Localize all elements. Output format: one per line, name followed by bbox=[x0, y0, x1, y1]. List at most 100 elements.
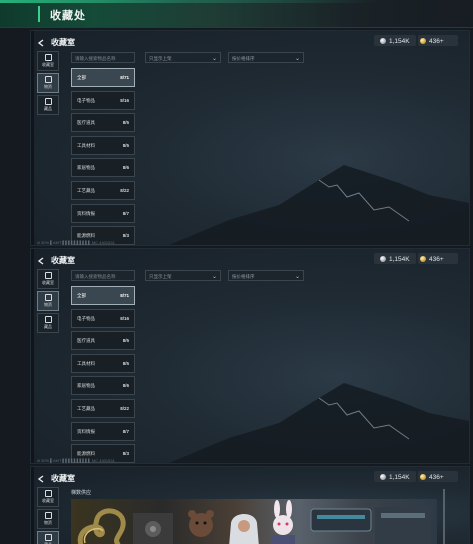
sidebar-item-label: 收藏室 bbox=[42, 280, 54, 285]
back-icon[interactable] bbox=[37, 475, 45, 483]
category-name: 工艺藏品 bbox=[77, 405, 95, 411]
filter-dropdown-value: 只显示上架 bbox=[149, 274, 172, 279]
sort-dropdown[interactable]: 按价格排序 ⌄ bbox=[228, 52, 304, 63]
sort-dropdown[interactable]: 按价格排序 ⌄ bbox=[228, 270, 304, 281]
category-item-tools[interactable]: 工具材料 8/5 bbox=[71, 135, 135, 155]
gold-currency: 436+ bbox=[420, 472, 444, 482]
category-name: 全部 bbox=[77, 75, 86, 80]
category-name: 能源燃料 bbox=[77, 233, 95, 239]
sidebar-item-supplies[interactable]: 物资 bbox=[37, 509, 59, 529]
category-name: 医疗道具 bbox=[77, 338, 95, 344]
category-item-crafts[interactable]: 工艺藏品 8/22 bbox=[71, 180, 135, 200]
collection-icon bbox=[44, 316, 52, 323]
category-item-medical[interactable]: 医疗道具 8/5 bbox=[71, 331, 135, 351]
category-count: 8/71 bbox=[120, 75, 129, 80]
page-title: 收藏处 bbox=[50, 10, 86, 22]
silver-currency: 1,154K bbox=[380, 36, 410, 46]
category-item-household[interactable]: 家居物品 8/6 bbox=[71, 376, 135, 396]
chevron-down-icon: ⌄ bbox=[294, 274, 300, 280]
gold-amount: 436+ bbox=[429, 255, 444, 263]
category-count: 8/22 bbox=[120, 187, 129, 193]
category-item-tools[interactable]: 工具材料 8/5 bbox=[71, 353, 135, 373]
category-item-electronics[interactable]: 电子物品 8/16 bbox=[71, 308, 135, 328]
gold-amount: 436+ bbox=[429, 37, 444, 45]
box-icon bbox=[44, 512, 52, 519]
category-list: 全部 8/71 电子物品 8/16 医疗道具 8/5 工具材料 8/5 家居物品 8/6 … bbox=[71, 68, 135, 245]
category-name: 资料情报 bbox=[77, 428, 95, 434]
silver-amount: 1,154K bbox=[389, 255, 410, 263]
back-icon[interactable] bbox=[37, 39, 45, 47]
category-count: 8/5 bbox=[122, 338, 129, 344]
category-name: 工具材料 bbox=[77, 360, 95, 366]
sidebar-item-collectibles[interactable]: 藏品 bbox=[37, 313, 59, 333]
mountain-background bbox=[169, 383, 469, 463]
category-item-intel[interactable]: 资料情报 8/7 bbox=[71, 203, 135, 223]
category-item-all[interactable]: 全部 8/71 bbox=[71, 286, 135, 305]
collectible-artwork-banner[interactable] bbox=[71, 499, 437, 544]
gold-currency: 436+ bbox=[420, 254, 444, 264]
collection-panel-3: 收藏室 1,154K 436+ 收藏室 物资 藏品 梯数供应 bbox=[30, 466, 470, 544]
sidebar-item-collectibles[interactable]: 藏品 bbox=[37, 531, 59, 544]
trophy-icon bbox=[44, 272, 52, 279]
filter-dropdown[interactable]: 只显示上架 ⌄ bbox=[145, 270, 221, 281]
panel-sidebar: 收藏室 物资 藏品 bbox=[37, 487, 61, 544]
category-item-electronics[interactable]: 电子物品 8/16 bbox=[71, 90, 135, 110]
collection-panel-2: 收藏室 1,154K 436+ 收藏室 物资 藏品 请输入搜索物品名称 只显示上… bbox=[30, 248, 470, 464]
panel-footer-strip: ıll 30% ▌AMT ▌▌▌▌▌▌▌▌▌▌ MC 4401531 bbox=[37, 240, 115, 245]
panel-footer-strip: ıll 30% ▌AMT ▌▌▌▌▌▌▌▌▌▌ MC 4401531 bbox=[37, 458, 115, 463]
panel-edge bbox=[31, 467, 34, 544]
silver-coin-icon bbox=[380, 38, 386, 44]
chevron-down-icon: ⌄ bbox=[211, 56, 217, 62]
sidebar-item-collectibles[interactable]: 藏品 bbox=[37, 95, 59, 115]
collection-icon bbox=[44, 534, 52, 541]
filter-dropdown-value: 只显示上架 bbox=[149, 56, 172, 61]
search-placeholder: 请输入搜索物品名称 bbox=[75, 56, 116, 61]
category-count: 8/5 bbox=[122, 120, 129, 126]
category-name: 电子物品 bbox=[77, 315, 95, 321]
silver-currency: 1,154K bbox=[380, 254, 410, 264]
category-name: 家居物品 bbox=[77, 165, 95, 171]
category-item-intel[interactable]: 资料情报 8/7 bbox=[71, 421, 135, 441]
box-icon bbox=[44, 294, 52, 301]
silver-currency: 1,154K bbox=[380, 472, 410, 482]
category-item-medical[interactable]: 医疗道具 8/5 bbox=[71, 113, 135, 133]
category-count: 8/16 bbox=[120, 97, 129, 103]
sidebar-item-collection-room[interactable]: 收藏室 bbox=[37, 51, 59, 71]
trophy-icon bbox=[44, 54, 52, 61]
mountain-background bbox=[169, 165, 469, 245]
search-input[interactable]: 请输入搜索物品名称 bbox=[71, 52, 135, 63]
sidebar-item-collection-room[interactable]: 收藏室 bbox=[37, 269, 59, 289]
chevron-down-icon: ⌄ bbox=[294, 56, 300, 62]
category-count: 8/6 bbox=[122, 383, 129, 389]
category-name: 能源燃料 bbox=[77, 451, 95, 457]
sidebar-item-supplies[interactable]: 物资 bbox=[37, 73, 59, 93]
collection-icon bbox=[44, 98, 52, 105]
category-list: 全部 8/71 电子物品 8/16 医疗道具 8/5 工具材料 8/5 家居物品 8/6 … bbox=[71, 286, 135, 463]
scrollbar[interactable] bbox=[443, 489, 445, 544]
panel-edge bbox=[31, 249, 34, 463]
silver-amount: 1,154K bbox=[389, 37, 410, 45]
category-name: 工具材料 bbox=[77, 142, 95, 148]
sidebar-item-label: 物资 bbox=[44, 302, 52, 307]
category-count: 8/3 bbox=[122, 233, 129, 239]
category-name: 医疗道具 bbox=[77, 120, 95, 126]
panel-title: 收藏室 bbox=[51, 474, 75, 483]
category-count: 8/71 bbox=[120, 293, 129, 298]
sidebar-item-supplies[interactable]: 物资 bbox=[37, 291, 59, 311]
sidebar-item-collection-room[interactable]: 收藏室 bbox=[37, 487, 59, 507]
category-item-household[interactable]: 家居物品 8/6 bbox=[71, 158, 135, 178]
category-item-crafts[interactable]: 工艺藏品 8/22 bbox=[71, 398, 135, 418]
chevron-down-icon: ⌄ bbox=[211, 274, 217, 280]
collectible-artwork bbox=[77, 500, 431, 544]
search-input[interactable]: 请输入搜索物品名称 bbox=[71, 270, 135, 281]
filter-dropdown[interactable]: 只显示上架 ⌄ bbox=[145, 52, 221, 63]
silver-coin-icon bbox=[380, 474, 386, 480]
category-name: 电子物品 bbox=[77, 97, 95, 103]
category-item-all[interactable]: 全部 8/71 bbox=[71, 68, 135, 87]
silver-coin-icon bbox=[380, 256, 386, 262]
sort-dropdown-value: 按价格排序 bbox=[232, 274, 255, 279]
back-icon[interactable] bbox=[37, 257, 45, 265]
category-name: 全部 bbox=[77, 293, 86, 298]
header-glow bbox=[0, 0, 473, 3]
sort-dropdown-value: 按价格排序 bbox=[232, 56, 255, 61]
